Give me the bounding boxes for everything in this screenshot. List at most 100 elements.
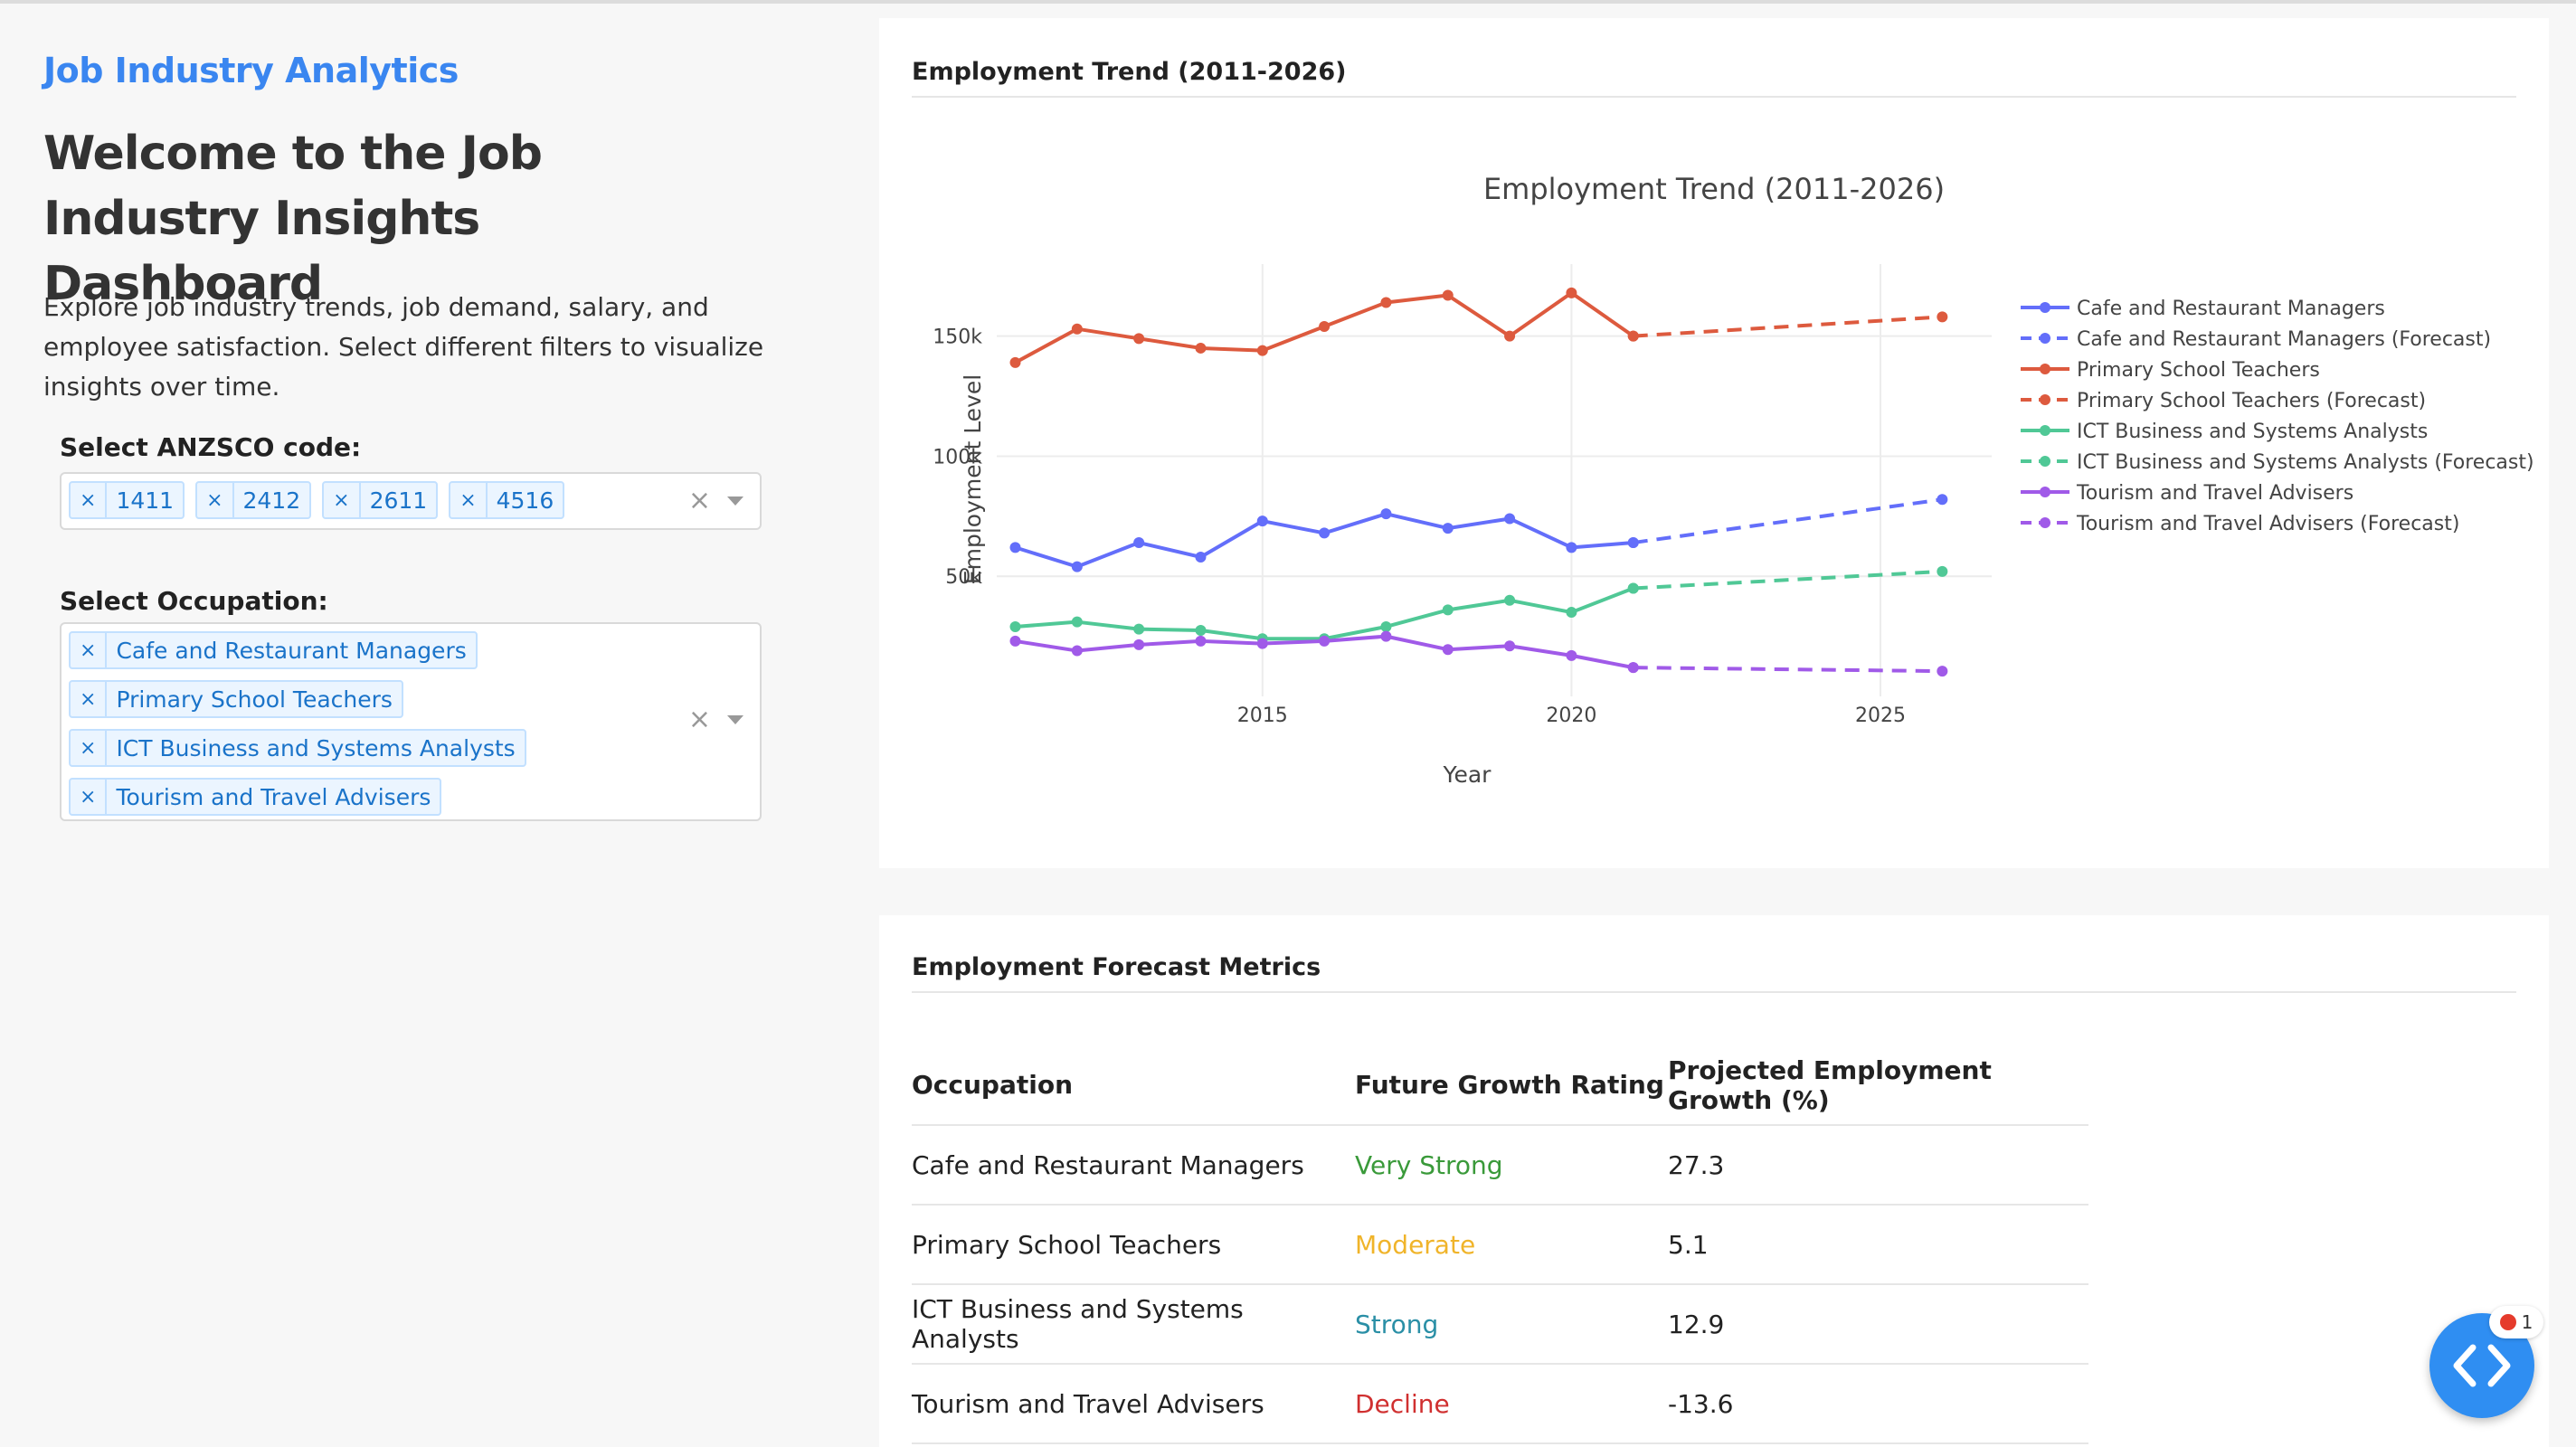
sidebar: Job Industry Analytics Welcome to the Jo…	[0, 4, 868, 1447]
cell-growth: -13.6	[1668, 1364, 2088, 1444]
remove-tag-icon[interactable]: ×	[71, 682, 108, 716]
data-point	[1071, 323, 1083, 335]
occupation-tag-label: Tourism and Travel Advisers	[116, 783, 431, 810]
data-point	[1319, 321, 1331, 333]
legend-marker	[2040, 302, 2050, 313]
table-row: Primary School Teachers Moderate 5.1	[912, 1205, 2088, 1285]
remove-tag-icon[interactable]: ×	[324, 483, 361, 517]
occupation-tag-label: Primary School Teachers	[116, 686, 393, 713]
cell-rating: Strong	[1355, 1284, 1668, 1365]
data-point	[1009, 620, 1021, 632]
anzsco-tag-label: 2611	[369, 487, 428, 514]
data-point	[1133, 537, 1145, 549]
anzsco-tag-label: 2412	[242, 487, 301, 514]
intro-text: Explore job industry trends, job demand,…	[43, 292, 764, 402]
data-point	[1442, 644, 1454, 656]
series-line	[1015, 586, 1634, 641]
remove-tag-icon[interactable]: ×	[197, 483, 234, 517]
data-point	[1504, 513, 1516, 525]
column-header-rating: Future Growth Rating	[1355, 1045, 1668, 1126]
legend-entry: Primary School Teachers (Forecast)	[2077, 390, 2426, 412]
occupation-dropdown[interactable]: × Cafe and Restaurant Managers × Primary Sc…	[60, 622, 762, 821]
data-point	[1566, 287, 1577, 298]
anzsco-tag: × 2611	[322, 481, 439, 519]
occupation-tag: × Primary School Teachers	[69, 680, 403, 718]
legend-marker	[2040, 517, 2050, 528]
legend-entry: Cafe and Restaurant Managers (Forecast)	[2077, 328, 2491, 351]
x-tick-label: 2025	[1855, 705, 1906, 727]
remove-tag-icon[interactable]: ×	[71, 731, 108, 765]
data-point	[1319, 635, 1331, 647]
occupation-clear-icon[interactable]: ×	[688, 704, 711, 735]
series-line	[1633, 569, 1943, 591]
data-point	[1627, 330, 1639, 342]
forecast-table: Occupation Future Growth Rating Projecte…	[912, 1045, 2088, 1444]
data-point	[1504, 330, 1516, 342]
forecast-card-divider	[912, 991, 2516, 993]
data-point	[1195, 342, 1207, 354]
anzsco-tag: × 1411	[69, 481, 185, 519]
table-row: Tourism and Travel Advisers Decline -13.6	[912, 1364, 2088, 1444]
column-header-occupation: Occupation	[912, 1045, 1355, 1126]
cell-occupation: Primary School Teachers	[912, 1205, 1355, 1285]
data-point	[1195, 635, 1207, 647]
employment-trend-chart[interactable]: 2015 2020 202550k100k150kEmployment Trend …	[879, 18, 2549, 868]
legend-marker	[2040, 394, 2050, 405]
legend-entry: Tourism and Travel Advisers (Forecast)	[2076, 513, 2459, 535]
remove-tag-icon[interactable]: ×	[71, 483, 108, 517]
y-axis-label: Employment Level	[960, 374, 986, 584]
remove-tag-icon[interactable]: ×	[450, 483, 488, 517]
remove-tag-icon[interactable]: ×	[71, 780, 108, 814]
data-point	[1071, 616, 1083, 628]
data-point	[1442, 523, 1454, 534]
data-point	[1380, 630, 1392, 642]
occupation-chevron-down-icon[interactable]	[727, 714, 743, 724]
anzsco-tag-label: 4516	[496, 487, 554, 514]
legend-marker	[2040, 333, 2050, 344]
data-point	[1627, 662, 1639, 674]
data-point	[1256, 345, 1268, 356]
table-header-row: Occupation Future Growth Rating Projecte…	[912, 1045, 2088, 1126]
data-point	[1319, 527, 1331, 539]
legend-entry: Tourism and Travel Advisers	[2076, 482, 2353, 505]
cell-occupation: ICT Business and Systems Analysts	[912, 1284, 1355, 1365]
data-point	[1256, 638, 1268, 649]
occupation-label: Select Occupation:	[60, 586, 328, 616]
app-title: Job Industry Analytics	[43, 51, 459, 90]
cell-growth: 5.1	[1668, 1205, 2088, 1285]
data-point	[1566, 649, 1577, 661]
data-point	[1442, 289, 1454, 301]
occupation-selected-tags: × Cafe and Restaurant Managers × Primary Sc…	[69, 631, 526, 816]
anzsco-chevron-down-icon[interactable]	[727, 496, 743, 506]
anzsco-tag-label: 1411	[116, 487, 175, 514]
devtools-error-badge[interactable]: 1	[2489, 1306, 2543, 1338]
anzsco-tag: × 2412	[195, 481, 312, 519]
forecast-metrics-card: Employment Forecast Metrics Occupation F…	[879, 915, 2549, 1447]
data-point	[1256, 515, 1268, 527]
series-line	[1633, 497, 1943, 545]
error-dot-icon	[2499, 1314, 2516, 1330]
data-point	[1937, 565, 1948, 577]
anzsco-label: Select ANZSCO code:	[60, 432, 362, 462]
data-point	[1380, 297, 1392, 308]
data-point	[1442, 604, 1454, 616]
cell-growth: 27.3	[1668, 1125, 2088, 1206]
legend-entry: ICT Business and Systems Analysts (Forec…	[2077, 451, 2534, 474]
occupation-tag: × ICT Business and Systems Analysts	[69, 729, 526, 767]
cell-rating: Decline	[1355, 1364, 1668, 1444]
remove-tag-icon[interactable]: ×	[71, 633, 108, 667]
anzsco-clear-icon[interactable]: ×	[688, 485, 711, 516]
y-tick-label: 150k	[933, 326, 982, 349]
x-axis-label: Year	[1443, 761, 1492, 788]
cell-growth: 12.9	[1668, 1284, 2088, 1365]
anzsco-dropdown[interactable]: × 1411 × 2412 × 2611 × 4516 ×	[60, 472, 762, 530]
series-line	[1633, 315, 1943, 338]
legend-entry: Cafe and Restaurant Managers	[2077, 298, 2385, 320]
legend-marker	[2040, 364, 2050, 374]
cell-rating: Very Strong	[1355, 1125, 1668, 1206]
data-point	[1380, 620, 1392, 632]
anzsco-selected-tags: × 1411 × 2412 × 2611 × 4516	[69, 481, 565, 519]
code-brackets-icon	[2453, 1344, 2511, 1387]
data-point	[1504, 594, 1516, 606]
series-line	[1633, 666, 1943, 674]
